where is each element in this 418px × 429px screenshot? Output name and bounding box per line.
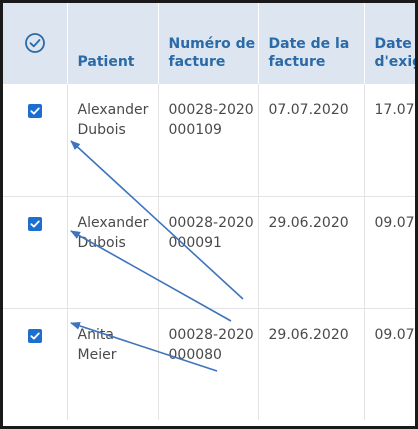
table-row[interactable]: Alexander Dubois 00028-2020000091 29.06.… — [3, 195, 415, 308]
invoice-number: 00028-2020000080 — [168, 326, 254, 363]
invoice-table-view: Patient Numéro de facture Date de la fac… — [0, 0, 418, 429]
select-all-header[interactable] — [3, 3, 68, 83]
table-header-row: Patient Numéro de facture Date de la fac… — [3, 3, 415, 83]
row-checkbox[interactable] — [27, 216, 42, 231]
patient-cell: Alexander Dubois — [67, 195, 159, 308]
row-checkbox[interactable] — [27, 103, 42, 118]
invoice-table: Patient Numéro de facture Date de la fac… — [3, 3, 415, 420]
invoice-number-cell: 00028-2020000109 — [158, 82, 259, 196]
patient-cell: Anita Meier — [67, 307, 159, 420]
row-checkbox[interactable] — [27, 328, 42, 343]
checkmark-icon — [30, 220, 40, 227]
invoice-number-cell: 00028-2020000091 — [158, 195, 259, 308]
invoice-date-cell: 29.06.2020 — [258, 195, 365, 308]
due-date-cell: 09.07.2020 — [364, 195, 415, 308]
checkmark-icon — [30, 107, 40, 114]
checkmark-icon — [30, 332, 40, 339]
due-date-cell: 17.07.2020 — [364, 82, 415, 196]
patient-name: Alexander Dubois — [77, 101, 149, 138]
row-select-cell[interactable] — [3, 307, 68, 420]
column-header-patient[interactable]: Patient — [67, 3, 159, 83]
invoice-number: 00028-2020000091 — [168, 214, 254, 251]
invoice-date-cell: 07.07.2020 — [258, 82, 365, 196]
table-row[interactable]: Anita Meier 00028-2020000080 29.06.2020 … — [3, 307, 415, 420]
invoice-number: 00028-2020000109 — [168, 101, 254, 138]
row-select-cell[interactable] — [3, 82, 68, 196]
table-row[interactable]: Alexander Dubois 00028-2020000109 07.07.… — [3, 82, 415, 196]
column-header-invoice-date[interactable]: Date de la facture — [258, 3, 365, 83]
invoice-number-cell: 00028-2020000080 — [158, 307, 259, 420]
patient-cell: Alexander Dubois — [67, 82, 159, 196]
patient-name: Alexander Dubois — [77, 214, 149, 251]
column-header-due-date[interactable]: Date d'exigibilité — [364, 3, 415, 83]
patient-name: Anita Meier — [77, 326, 117, 363]
due-date-cell: 09.07.2020 — [364, 307, 415, 420]
column-header-invoice-number[interactable]: Numéro de facture — [158, 3, 259, 83]
row-select-cell[interactable] — [3, 195, 68, 308]
invoice-date-cell: 29.06.2020 — [258, 307, 365, 420]
circle-check-icon[interactable] — [24, 32, 46, 54]
